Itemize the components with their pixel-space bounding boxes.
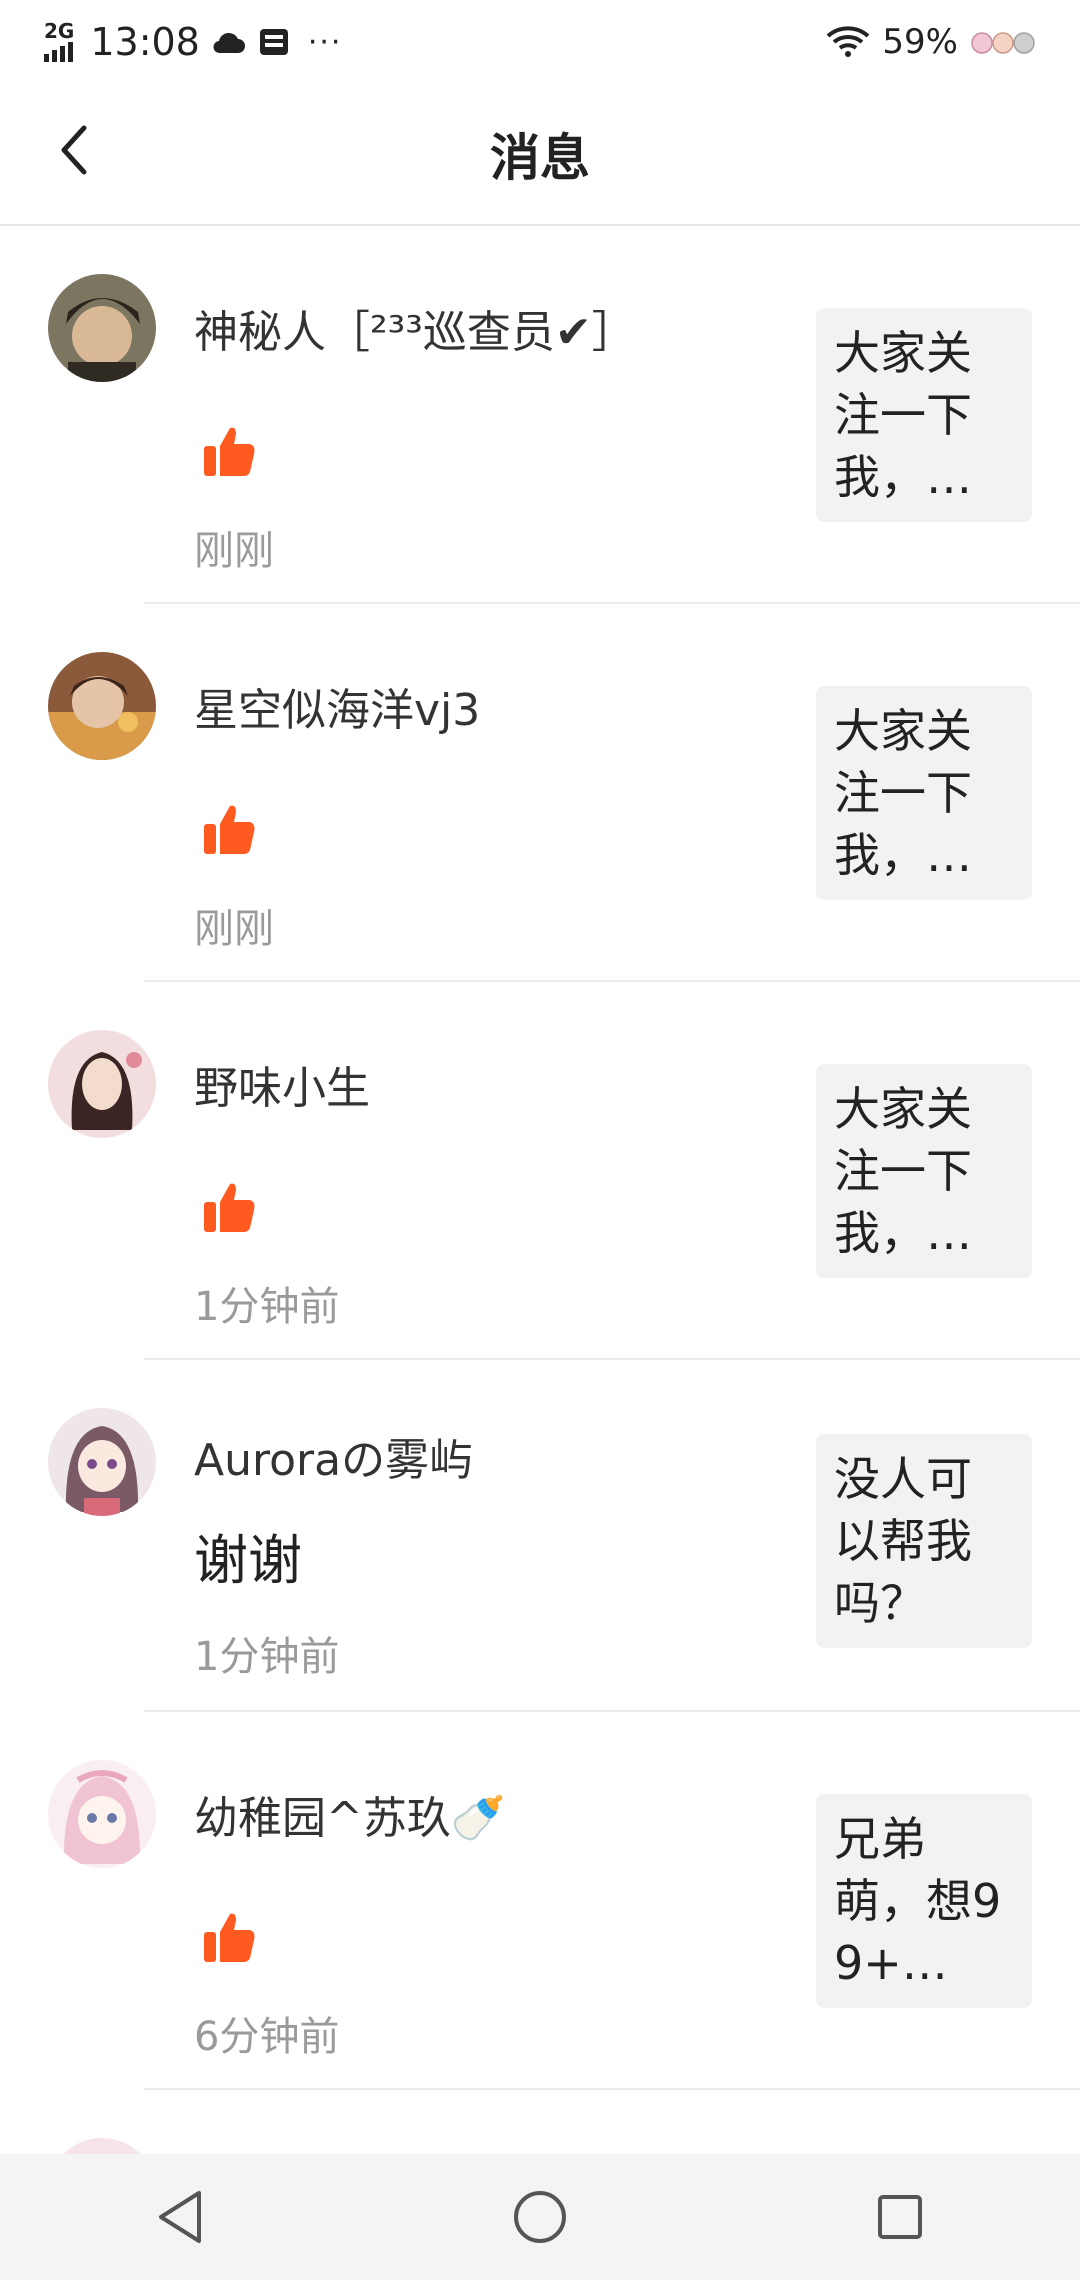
message-time: 1分钟前 (194, 1634, 340, 1680)
sender-name[interactable]: Auroraの雾屿 (194, 1424, 473, 1488)
quoted-post[interactable]: 兄弟萌，想99+… (816, 1794, 1032, 2008)
avatar[interactable] (48, 1760, 156, 1868)
back-button[interactable] (44, 120, 104, 180)
quoted-post[interactable]: 大家关注一下我，… (816, 1064, 1032, 1278)
thumbs-up-icon (204, 805, 255, 854)
message-item[interactable]: 野味小生 1分钟前 大家关注一下我，… (0, 982, 1080, 1360)
quoted-post[interactable]: 没人可以帮我吗？ (816, 1434, 1032, 1648)
more-notifications-icon: ··· (307, 24, 343, 60)
nav-home-button[interactable] (495, 2172, 585, 2262)
avatar[interactable] (48, 652, 156, 760)
circle-home-icon (514, 2191, 566, 2243)
chevron-left-icon (61, 125, 87, 175)
triangle-back-icon (159, 2191, 201, 2243)
quoted-post[interactable]: 大家关注一下我，… (816, 686, 1032, 900)
signal-icon (44, 40, 73, 62)
reply-text: 谢谢 (194, 1529, 302, 1592)
avatar[interactable] (48, 274, 156, 382)
sender-name[interactable]: 星空似海洋vj3 (194, 674, 480, 738)
battery-icon (970, 27, 1036, 57)
sender-name[interactable]: 幼稚园^苏玖🍼 (194, 1782, 506, 1846)
square-recents-icon (878, 2195, 922, 2239)
page-title: 消息 (490, 129, 590, 187)
message-time: 刚刚 (194, 528, 274, 574)
thumbs-up-icon (204, 1913, 255, 1962)
network-indicator: 2G (44, 19, 75, 62)
system-nav-bar (0, 2154, 1080, 2280)
clock: 13:08 (90, 20, 200, 64)
cloud-icon (212, 29, 246, 55)
avatar[interactable] (48, 1408, 156, 1516)
message-time: 1分钟前 (194, 1284, 340, 1330)
quoted-post[interactable]: 大家关注一下我，… (816, 308, 1032, 522)
message-time: 6分钟前 (194, 2014, 340, 2060)
status-bar: 2G 13:08 ··· 59% (0, 0, 1080, 84)
message-time: 刚刚 (194, 906, 274, 952)
card-icon (258, 27, 290, 57)
thumbs-up-icon (204, 427, 255, 476)
header: 消息 (0, 84, 1080, 226)
message-item[interactable]: Auroraの雾屿 谢谢 1分钟前 没人可以帮我吗？ (0, 1360, 1080, 1712)
network-type: 2G (44, 19, 75, 43)
wifi-icon (826, 26, 870, 58)
nav-back-button[interactable] (135, 2172, 225, 2262)
sender-name[interactable]: 野味小生 (194, 1052, 370, 1116)
nav-recents-button[interactable] (855, 2172, 945, 2262)
message-item[interactable]: 星空似海洋vj3 刚刚 大家关注一下我，… (0, 604, 1080, 982)
message-item[interactable]: 神秘人［²³³巡查员✔］ 刚刚 大家关注一下我，… (0, 226, 1080, 604)
message-item[interactable]: 幼稚园^苏玖🍼 6分钟前 兄弟萌，想99+… (0, 1712, 1080, 2090)
battery-percentage: 59% (882, 22, 958, 62)
message-list: 神秘人［²³³巡查员✔］ 刚刚 大家关注一下我，… 星空似海洋vj3 刚刚 大家… (0, 226, 1080, 2170)
thumbs-up-icon (204, 1183, 255, 1232)
avatar[interactable] (48, 1030, 156, 1138)
sender-name[interactable]: 神秘人［²³³巡查员✔］ (194, 296, 636, 360)
